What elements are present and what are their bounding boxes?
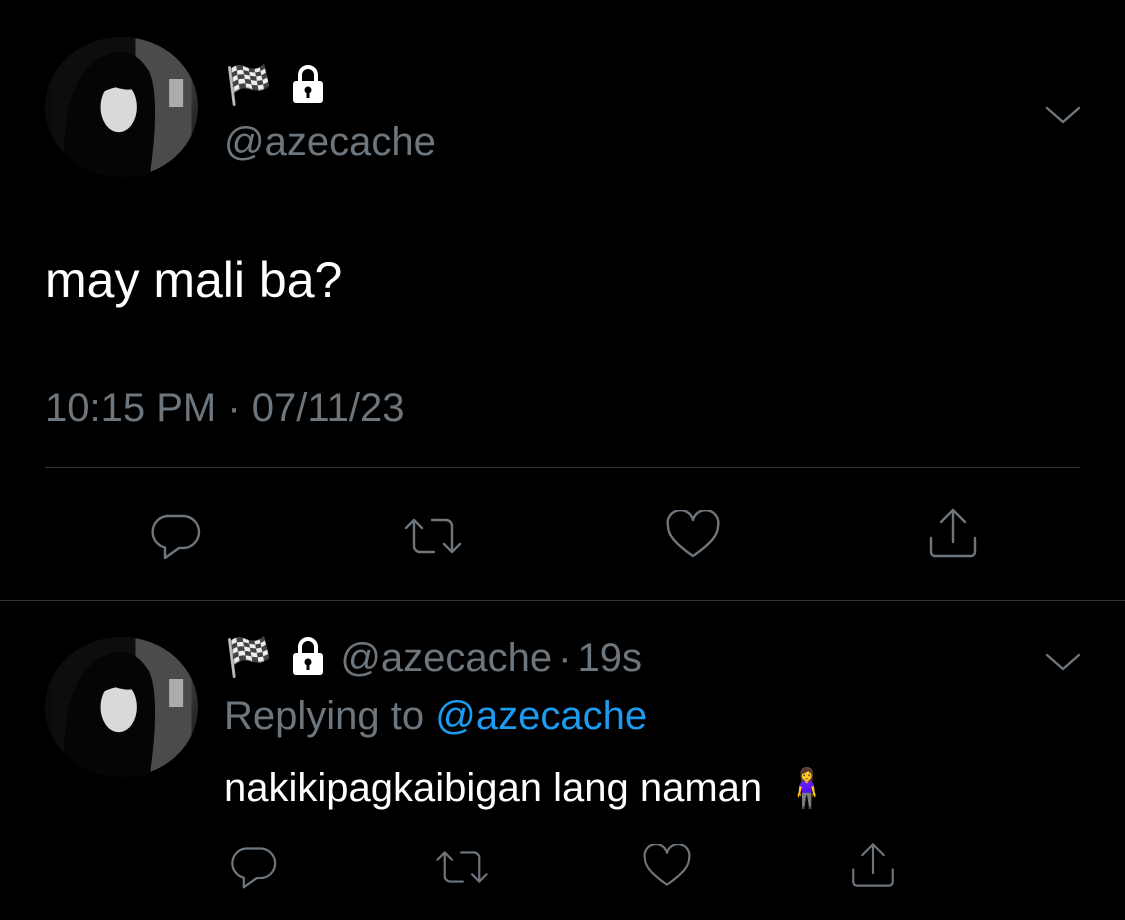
tweet-timestamp[interactable]: 10:15 PM · 07/11/23: [45, 384, 405, 432]
reply-icon: [231, 847, 277, 889]
heart-icon: [666, 510, 720, 558]
timestamp-divider: [45, 467, 1080, 468]
checkered-flag-icon: 🏁: [225, 65, 273, 107]
chevron-down-icon: [1045, 653, 1081, 671]
avatar-portrait: [51, 637, 192, 777]
reply-text: nakikipagkaibigan lang naman: [224, 766, 763, 810]
share-icon: [929, 508, 977, 558]
heart-icon: [643, 844, 691, 886]
avatar-portrait: [51, 37, 192, 177]
reply-icon: [151, 514, 201, 560]
person-standing-emoji: 🧍‍♀️: [783, 768, 831, 810]
lock-icon: [288, 635, 328, 682]
reply-share-button[interactable]: [842, 836, 904, 894]
share-button[interactable]: [918, 500, 988, 566]
share-icon: [852, 843, 894, 887]
chevron-down-icon: [1045, 106, 1081, 124]
reply-header: 🏁 @azecache · 19s: [225, 634, 642, 682]
reply-like-button[interactable]: [636, 840, 698, 894]
author-avatar[interactable]: [45, 37, 198, 177]
reply-age[interactable]: 19s: [578, 634, 643, 682]
reply-more-options-button[interactable]: [1040, 642, 1086, 682]
reply-handle[interactable]: @azecache: [340, 634, 552, 682]
reply-retweet-button[interactable]: [430, 840, 494, 894]
reply-reply-button[interactable]: [222, 840, 284, 894]
reply-text-line: nakikipagkaibigan lang naman 🧍‍♀️: [224, 764, 831, 813]
checkered-flag-icon: 🏁: [225, 637, 273, 679]
retweet-icon: [404, 518, 462, 554]
retweet-button[interactable]: [397, 505, 469, 567]
retweet-icon: [436, 851, 488, 883]
replying-to-label: Replying to: [224, 694, 425, 738]
more-options-button[interactable]: [1040, 95, 1086, 135]
reply-button[interactable]: [140, 505, 210, 567]
replying-to-line: Replying to @azecache: [224, 692, 647, 740]
display-name[interactable]: 🏁: [225, 64, 328, 108]
tweet-text: may mali ba?: [45, 252, 343, 308]
section-divider: [0, 600, 1125, 601]
reply-author-avatar[interactable]: [45, 637, 198, 777]
lock-icon: [288, 63, 328, 110]
like-button[interactable]: [658, 505, 728, 567]
author-handle[interactable]: @azecache: [224, 118, 436, 166]
reply-separator: ·: [558, 636, 572, 680]
replying-to-handle-link[interactable]: @azecache: [435, 694, 647, 738]
